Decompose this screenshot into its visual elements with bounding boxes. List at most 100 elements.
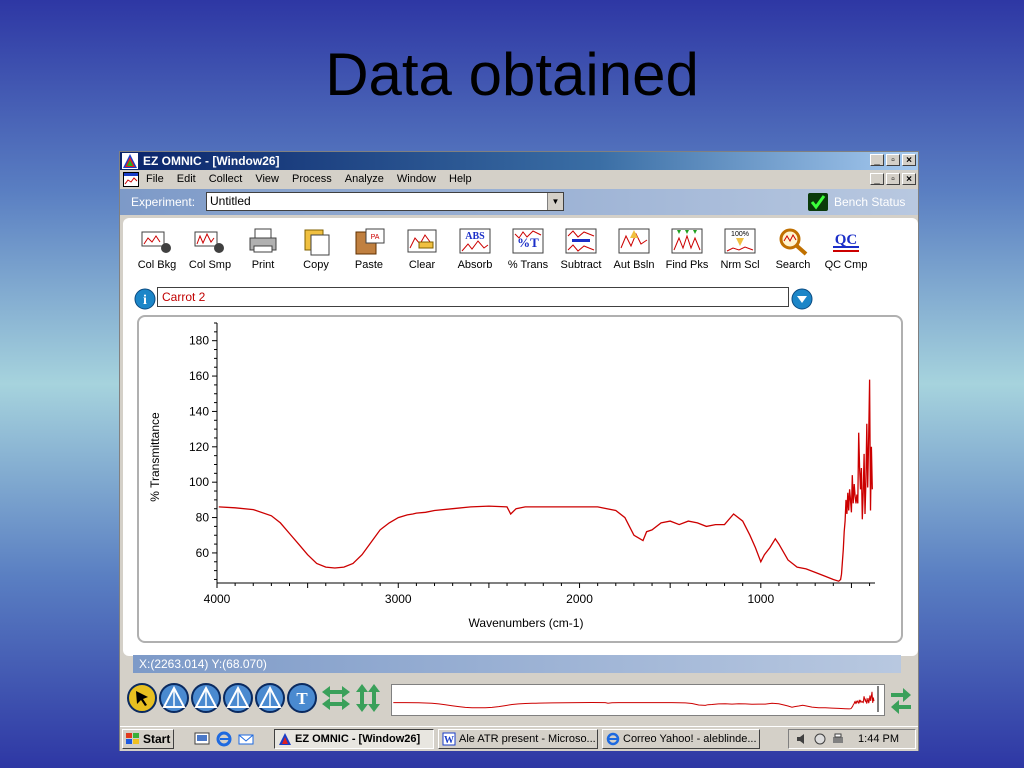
y-tick-label: 180: [189, 334, 209, 348]
clear-icon: [407, 229, 437, 253]
slide-title: Data obtained: [325, 41, 699, 108]
x-tick-label: 4000: [204, 592, 231, 606]
peak-tool-icon[interactable]: [191, 683, 221, 713]
select-tool-icon[interactable]: [127, 683, 157, 713]
system-tray: 1:44 PM: [788, 729, 916, 749]
toolbar-button-col-smp[interactable]: Col Smp: [184, 224, 236, 280]
outlook-express-icon[interactable]: [238, 731, 254, 747]
restore-button[interactable]: ▫: [886, 154, 900, 166]
menu-edit[interactable]: Edit: [177, 170, 196, 189]
experiment-select[interactable]: Untitled ▼: [206, 192, 564, 211]
menu-view[interactable]: View: [255, 170, 279, 189]
toolbar-button-col-bkg[interactable]: Col Bkg: [131, 224, 183, 280]
menu-process[interactable]: Process: [292, 170, 332, 189]
pan-arrows-icon[interactable]: [889, 684, 913, 714]
expand-horizontal-icon[interactable]: [321, 683, 351, 713]
auto-baseline-icon: [618, 228, 650, 254]
toolbar-button-label: Clear: [408, 259, 436, 271]
taskbar-task-label: Ale ATR present - Microso...: [459, 733, 596, 745]
svg-text:QC: QC: [835, 232, 858, 248]
taskbar-task[interactable]: Correo Yahoo! - aleblinde...: [602, 729, 760, 749]
child-close-button[interactable]: ×: [902, 173, 916, 185]
spectrum-plot[interactable]: 60 80 100 120 140 160 180 4000 3000 2000 1000 Waven…: [137, 315, 903, 643]
experiment-bar: Experiment: Untitled ▼ Bench Status: [120, 189, 918, 215]
word-document-icon: W: [442, 732, 456, 746]
bench-status-label[interactable]: Bench Status: [834, 195, 905, 209]
toolbar-button-label: Subtract: [560, 259, 602, 271]
sample-title-field[interactable]: Carrot 2: [157, 287, 789, 307]
peak-height-icon[interactable]: [223, 683, 253, 713]
toolbar-button-copy[interactable]: Copy: [290, 224, 342, 280]
spectrum-overview[interactable]: [391, 684, 885, 716]
printer-icon: [249, 228, 277, 253]
checkmark-icon[interactable]: [808, 193, 828, 211]
toolbar-button-label: Paste: [354, 259, 384, 271]
child-restore-button[interactable]: ▫: [886, 173, 900, 185]
taskbar-task[interactable]: EZ OMNIC - [Window26]: [274, 729, 434, 749]
toolbar-button-subtract[interactable]: Subtract: [555, 224, 607, 280]
svg-text:i: i: [143, 293, 147, 308]
chevron-down-icon[interactable]: [791, 288, 813, 310]
toolbar-button-nrm-scl[interactable]: 100% Nrm Scl: [714, 224, 766, 280]
printer-tray-icon[interactable]: [831, 732, 845, 746]
toolbar-button-qc-cmp[interactable]: QC QC Cmp: [820, 224, 872, 280]
x-tick-label: 3000: [385, 592, 412, 606]
paste-icon: PA: [355, 228, 385, 255]
window-titlebar[interactable]: EZ OMNIC - [Window26] _ ▫ ×: [120, 152, 918, 170]
overview-chart[interactable]: [392, 685, 882, 713]
toolbar-button-absorb[interactable]: ABS Absorb: [449, 224, 501, 280]
find-peaks-icon: [671, 228, 703, 254]
experiment-label: Experiment:: [131, 195, 196, 209]
minimize-button[interactable]: _: [870, 154, 884, 166]
toolbar-button-clear[interactable]: Clear: [396, 224, 448, 280]
collect-background-icon: [141, 231, 171, 253]
toolbar-button-label: Aut Bsln: [613, 259, 655, 271]
toolbar-button-label: Col Bkg: [137, 259, 177, 271]
y-tick-label: 120: [189, 440, 209, 454]
menu-help[interactable]: Help: [449, 170, 472, 189]
search-icon: [779, 228, 808, 256]
toolbar-button-find-pks[interactable]: Find Pks: [661, 224, 713, 280]
spectrum-line[interactable]: [218, 379, 873, 582]
menu-window[interactable]: Window: [397, 170, 436, 189]
toolbar-button-paste[interactable]: PA Paste: [343, 224, 395, 280]
omnic-logo-icon: [122, 153, 138, 169]
info-icon[interactable]: i: [134, 288, 156, 310]
toolbar-button-search[interactable]: Search: [767, 224, 819, 280]
display-tools-bar: T: [125, 680, 915, 720]
svg-text:%T: %T: [517, 235, 539, 250]
menu-collect[interactable]: Collect: [209, 170, 243, 189]
coordinate-readout: X:(2263.014) Y:(68.070): [133, 655, 901, 673]
toolbar-button-label: % Trans: [507, 259, 549, 271]
annotation-tool-icon[interactable]: T: [287, 683, 317, 713]
dropdown-arrow-icon[interactable]: ▼: [547, 193, 563, 210]
windows-logo-icon: [126, 733, 139, 744]
child-minimize-button[interactable]: _: [870, 173, 884, 185]
y-tick-label: 60: [196, 546, 210, 560]
x-tick-label: 1000: [747, 592, 774, 606]
svg-text:PA: PA: [371, 234, 380, 241]
document-window-icon[interactable]: [123, 172, 139, 187]
toolbar-button-trans[interactable]: %T % Trans: [502, 224, 554, 280]
toolbar-button-print[interactable]: Print: [237, 224, 289, 280]
menu-file[interactable]: File: [146, 170, 164, 189]
show-desktop-icon[interactable]: [194, 731, 210, 747]
y-tick-label: 160: [189, 369, 209, 383]
peak-area-icon[interactable]: [255, 683, 285, 713]
expand-vertical-icon[interactable]: [353, 683, 383, 713]
start-button[interactable]: Start: [122, 729, 174, 749]
normalize-scale-icon: 100%: [724, 228, 756, 254]
close-button[interactable]: ×: [902, 154, 916, 166]
spectrum-chart[interactable]: 60 80 100 120 140 160 180 4000 3000 2000 1000 Waven…: [139, 317, 901, 641]
toolbar-button-aut-bsln[interactable]: Aut Bsln: [608, 224, 660, 280]
taskbar-task[interactable]: W Ale ATR present - Microso...: [438, 729, 598, 749]
x-axis-label: Wavenumbers (cm-1): [469, 616, 584, 630]
absorbance-icon: ABS: [459, 228, 491, 254]
network-icon[interactable]: [813, 732, 827, 746]
internet-explorer-icon[interactable]: [216, 731, 232, 747]
menu-analyze[interactable]: Analyze: [345, 170, 384, 189]
speaker-icon[interactable]: [795, 732, 809, 746]
toolbar-button-label: QC Cmp: [824, 259, 868, 271]
region-tool-icon[interactable]: [159, 683, 189, 713]
omnic-app-icon: [279, 733, 291, 745]
